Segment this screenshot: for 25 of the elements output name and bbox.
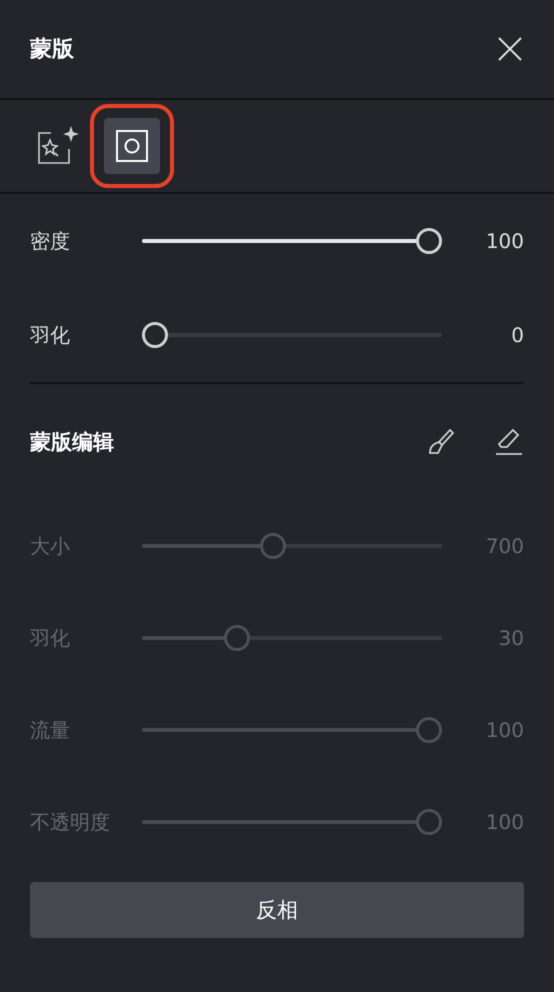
eraser-icon	[494, 427, 524, 457]
brush-button[interactable]	[426, 427, 456, 457]
magic-image-icon	[37, 126, 79, 166]
slider[interactable]	[142, 322, 442, 348]
slider-value: 100	[484, 229, 524, 253]
close-button[interactable]	[496, 35, 524, 63]
slider-value: 700	[484, 534, 524, 558]
slider-value: 100	[484, 810, 524, 834]
slider-label: 羽化	[30, 624, 71, 652]
panel-title: 蒙版	[30, 36, 74, 64]
eraser-button[interactable]	[494, 427, 524, 457]
slider[interactable]	[142, 228, 442, 254]
slider-value: 100	[484, 718, 524, 742]
section-title: 蒙版编辑	[30, 429, 115, 456]
slider-value: 0	[510, 323, 524, 347]
mask-tab[interactable]	[104, 118, 160, 174]
slider-label: 密度	[30, 228, 71, 254]
slider-label: 大小	[30, 532, 71, 560]
slider-label: 流量	[30, 716, 71, 744]
slider-label: 不透明度	[30, 808, 111, 836]
circle-mask-icon	[115, 129, 149, 163]
slider-value: 30	[498, 626, 524, 650]
brush-icon	[426, 427, 456, 457]
invert-button[interactable]: 反相	[30, 882, 524, 938]
slider-label: 羽化	[30, 322, 71, 348]
